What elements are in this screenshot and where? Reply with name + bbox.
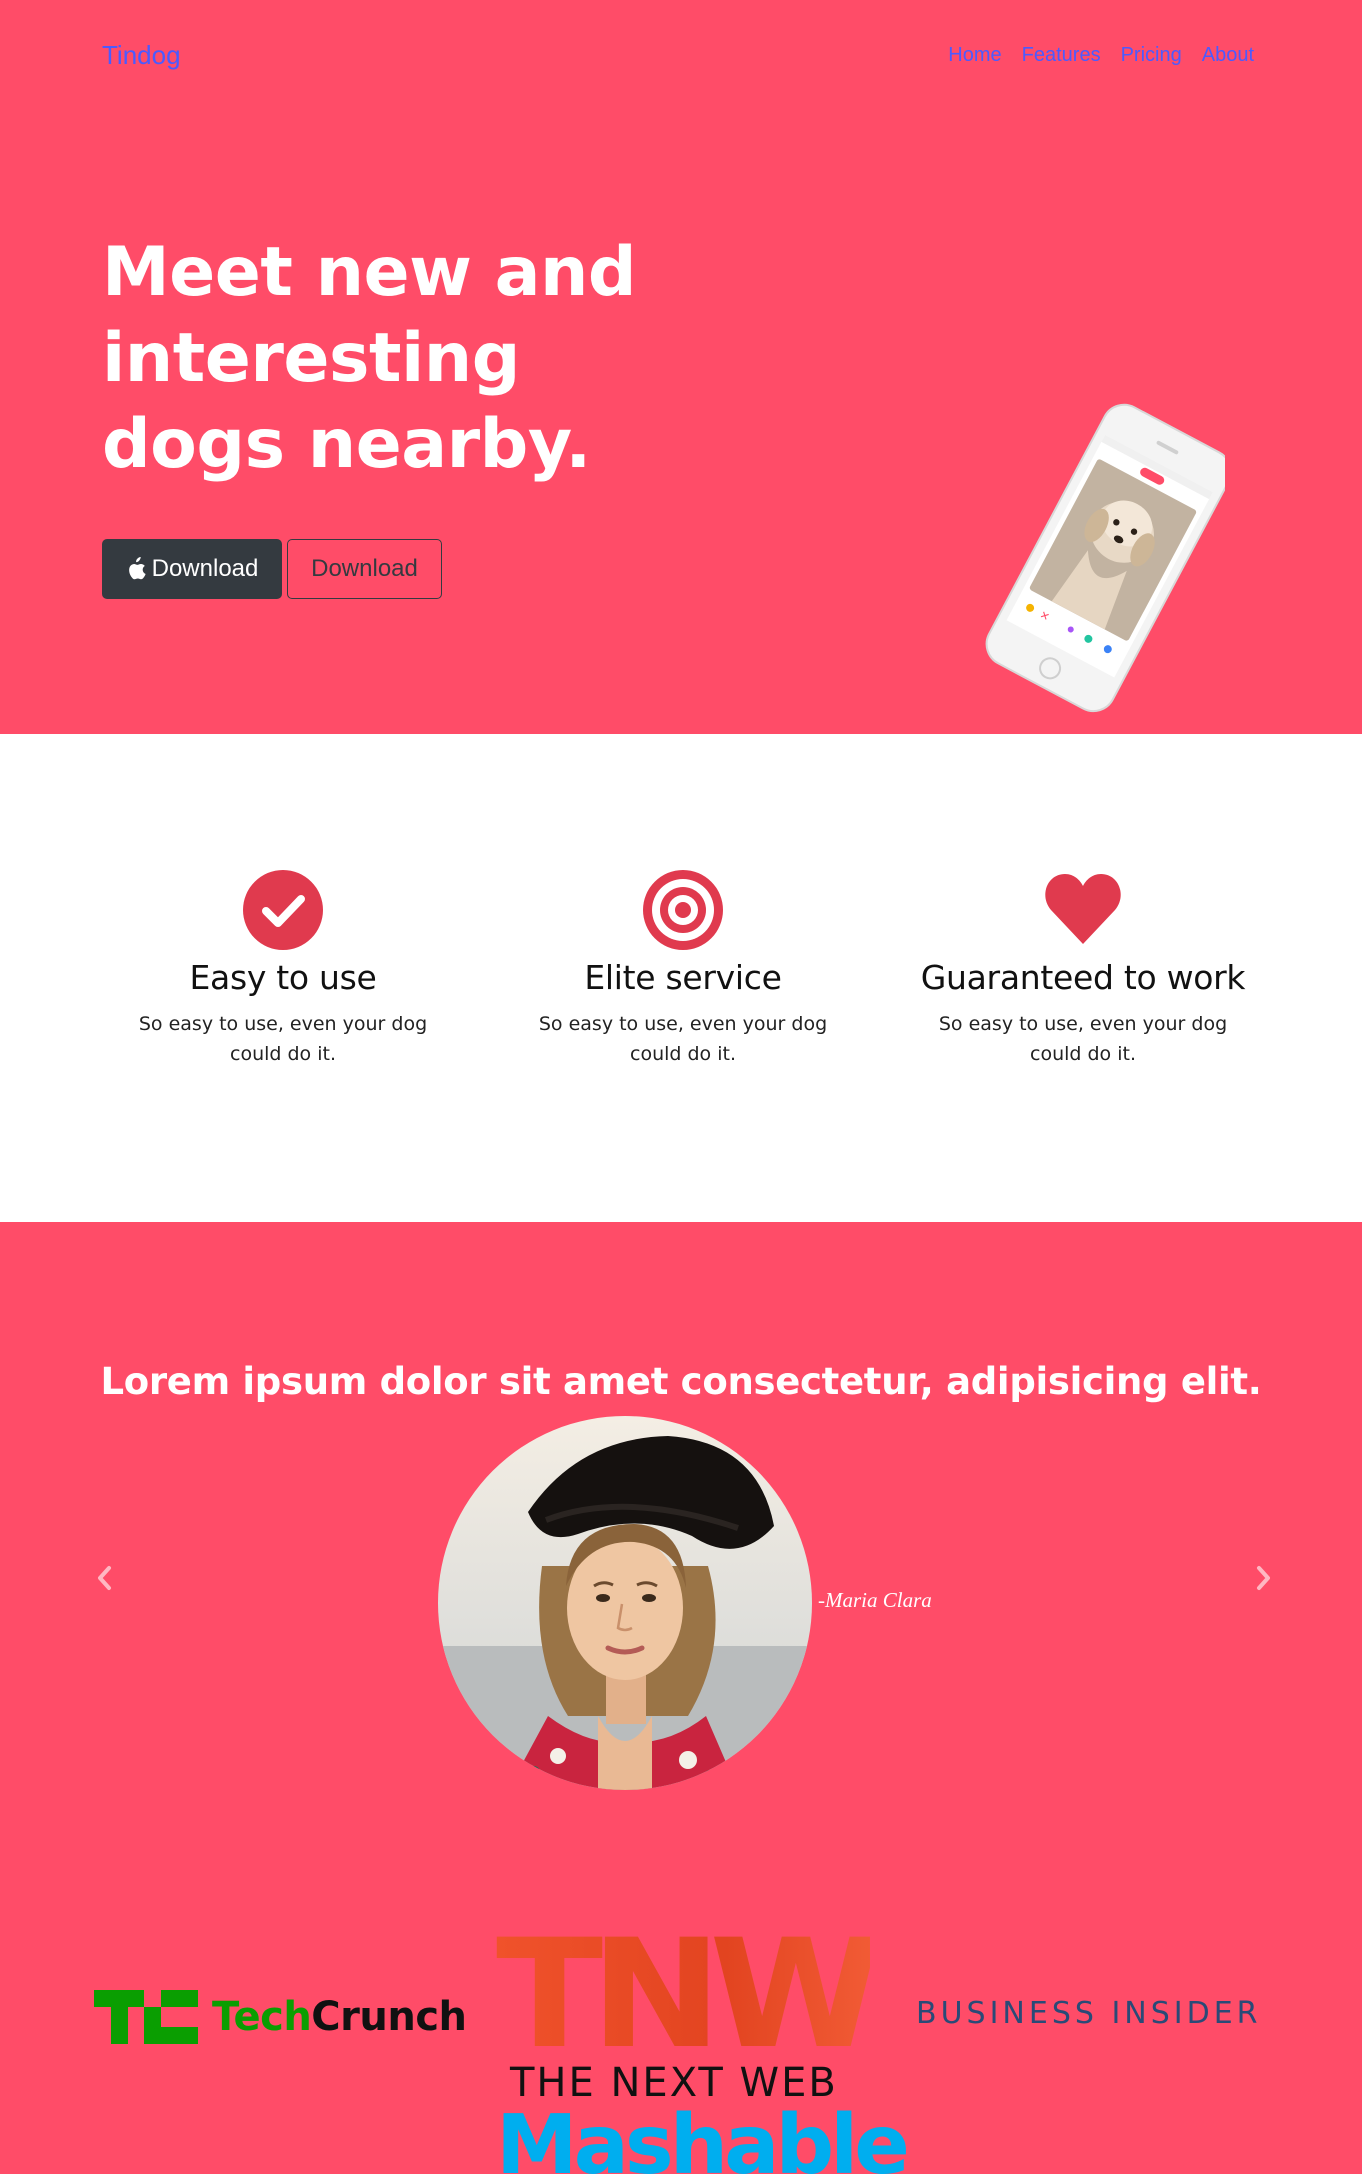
download-apple-label: Download: [151, 555, 259, 582]
mashable-logo: Mashable: [496, 2098, 910, 2174]
bullseye-icon: [643, 870, 723, 950]
features-section: Easy to use So easy to use, even your do…: [0, 734, 1362, 1222]
feature-text: So easy to use, even your dog could do i…: [138, 1013, 428, 1065]
carousel-next-button[interactable]: [1250, 1558, 1278, 1598]
techcrunch-wordmark: TechCrunch: [212, 1994, 467, 2040]
download-android-button[interactable]: Download: [287, 539, 442, 599]
phone-app-image: ✕: [985, 403, 1225, 713]
press-section: TechCrunch TNW THE NEXT WEB BUSINESS INS…: [0, 1890, 1362, 2174]
brand-logo-link[interactable]: Tindog: [102, 40, 181, 71]
chevron-right-icon: [1257, 1566, 1270, 1590]
heart-icon: [1045, 874, 1121, 944]
apple-icon: [128, 557, 146, 580]
business-insider-logo: BUSINESS INSIDER: [916, 1996, 1262, 2031]
chevron-left-icon: [98, 1566, 111, 1590]
svg-text:TNW: TNW: [496, 1934, 870, 2054]
feature-text: So easy to use, even your dog could do i…: [538, 1013, 828, 1065]
nav-link-pricing[interactable]: Pricing: [1121, 44, 1182, 67]
testimonial-quote: Lorem ipsum dolor sit amet consectetur, …: [100, 1360, 1262, 1403]
top-nav: Home Features Pricing About: [948, 44, 1254, 67]
feature-elite-service: Elite service So easy to use, even your …: [503, 870, 863, 1069]
testimonial-author: -Maria Clara: [818, 1588, 932, 1612]
carousel-prev-button[interactable]: [90, 1558, 118, 1598]
feature-title: Easy to use: [189, 958, 377, 997]
download-apple-button[interactable]: Download: [102, 539, 282, 599]
techcrunch-mark-icon: [94, 1990, 198, 2044]
download-android-label: Download: [311, 555, 418, 582]
feature-text: So easy to use, even your dog could do i…: [938, 1013, 1228, 1065]
feature-easy-to-use: Easy to use So easy to use, even your do…: [103, 870, 463, 1069]
feature-guaranteed: Guaranteed to work So easy to use, even …: [903, 870, 1263, 1069]
nav-link-home[interactable]: Home: [948, 44, 1001, 67]
check-circle-icon: [243, 870, 323, 950]
hero-section: Tindog Home Features Pricing About Meet …: [0, 0, 1362, 734]
testimonial-avatar: [438, 1416, 812, 1790]
feature-title: Guaranteed to work: [920, 958, 1246, 997]
techcrunch-logo: TechCrunch: [94, 1990, 467, 2044]
nav-link-about[interactable]: About: [1202, 44, 1254, 67]
nav-link-features[interactable]: Features: [1022, 44, 1101, 67]
feature-title: Elite service: [584, 958, 782, 997]
testimonial-carousel: Lorem ipsum dolor sit amet consectetur, …: [0, 1222, 1362, 1982]
hero-headline: Meet new and interesting dogs nearby.: [102, 233, 637, 484]
tnw-logo-mark: TNW: [496, 1934, 870, 2054]
